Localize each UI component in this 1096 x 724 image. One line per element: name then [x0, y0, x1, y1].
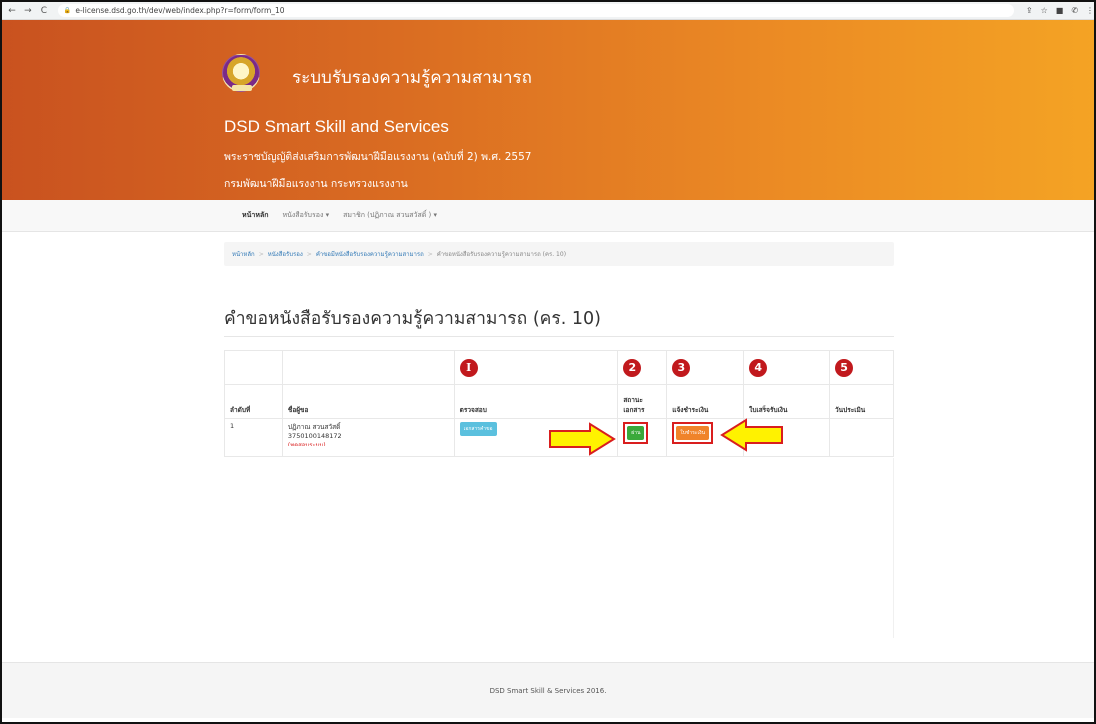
column-header-eval-date: วันประเมิน [829, 384, 894, 419]
chevron-down-icon: ▾ [325, 211, 330, 219]
footer: DSD Smart Skill & Services 2016. [2, 662, 1094, 718]
chevron-down-icon: ▾ [433, 211, 438, 219]
status-pass-button[interactable]: ผ่าน [627, 426, 645, 440]
menu-icon[interactable]: ⋮ [1086, 6, 1094, 15]
left-arrow-shape [720, 418, 783, 452]
nav-certificates[interactable]: หนังสือรับรอง ▾ [282, 210, 329, 221]
request-document-button[interactable]: เอกสารคำขอ [459, 422, 497, 436]
step-1-badge: I [459, 358, 478, 377]
breadcrumb-certificates[interactable]: หนังสือรับรอง [268, 249, 303, 259]
payment-highlight-box: ใบชำระเงิน [672, 422, 714, 444]
breadcrumb-current: คำขอหนังสือรับรองความรู้ความสามารถ (คร. … [436, 251, 567, 258]
forward-icon[interactable]: → [22, 6, 34, 16]
nav-member-label: สมาชิก (ปฏิภาณ สวนสวัสดิ์ ) [343, 211, 432, 219]
main-nav: หน้าหลัก หนังสือรับรอง ▾ สมาชิก (ปฏิภาณ … [2, 200, 1094, 232]
dsd-seal-logo [222, 54, 260, 92]
system-title: ระบบรับรองความรู้ความสามารถ [292, 68, 532, 88]
extension-icon[interactable]: ✆ [1071, 6, 1078, 15]
step-4-badge: 4 [749, 358, 768, 377]
cell-applicant: ปฏิภาณ สวนสวัสดิ์ 3750100148172 (ทดสอบระ… [281, 418, 455, 457]
applicant-id: 3750100148172 [287, 432, 342, 440]
screenshot-frame: ← → C 🔒 e-license.dsd.go.th/dev/web/inde… [0, 0, 1096, 724]
breadcrumb-separator: > [306, 250, 312, 258]
breadcrumb-request[interactable]: คำขอมีหนังสือรับรองความรู้ความสามารถ [316, 249, 424, 259]
browser-extensions: ⇪ ☆ ■ ✆ ⋮ [1026, 6, 1094, 15]
step-cell: 2 [617, 350, 668, 385]
bookmark-star-icon[interactable]: ☆ [1041, 6, 1048, 15]
step-number-row: I 2 3 4 5 [224, 350, 894, 385]
footer-text: DSD Smart Skill & Services 2016. [489, 686, 607, 695]
cell-status: ผ่าน [617, 418, 668, 457]
step-cell: 3 [666, 350, 745, 385]
site-header: ระบบรับรองความรู้ความสามารถ DSD Smart Sk… [2, 20, 1094, 200]
right-arrow-shape [549, 422, 616, 456]
test-system-note: (ทดสอบระบบ) [287, 442, 326, 446]
column-header-check: ตรวจสอบ [453, 384, 619, 419]
nav-certificates-label: หนังสือรับรอง [282, 211, 324, 219]
step-cell: 5 [829, 350, 894, 385]
step-5-badge: 5 [835, 358, 854, 377]
breadcrumb-home[interactable]: หน้าหลัก [232, 249, 255, 259]
step-2-badge: 2 [623, 358, 642, 377]
nav-home[interactable]: หน้าหลัก [242, 210, 268, 221]
breadcrumb-separator: > [427, 250, 433, 258]
share-icon[interactable]: ⇪ [1026, 6, 1033, 15]
step-cell: 4 [743, 350, 831, 385]
cell-eval-date [829, 418, 894, 457]
breadcrumb-separator: > [258, 250, 264, 258]
empty-cell [281, 350, 455, 385]
status-header-line1: สถานะ [623, 396, 643, 404]
act-subtitle: พระราชบัญญัติส่งเสริมการพัฒนาฝีมือแรงงาน… [224, 151, 532, 163]
column-header-payment-notice: แจ้งชำระเงิน [666, 384, 745, 419]
url-text: e-license.dsd.go.th/dev/web/index.php?r=… [75, 6, 285, 15]
right-arrow-annotation [549, 422, 616, 456]
lock-icon: 🔒 [63, 7, 72, 14]
department-subtitle: กรมพัฒนาฝีมือแรงงาน กระทรวงแรงงาน [224, 178, 408, 190]
browser-toolbar: ← → C 🔒 e-license.dsd.go.th/dev/web/inde… [2, 2, 1094, 20]
page-title: คำขอหนังสือรับรองความรู้ความสามารถ (คร. … [224, 309, 601, 329]
cell-no: 1 [224, 418, 283, 457]
back-icon[interactable]: ← [6, 6, 18, 16]
status-highlight-box: ผ่าน [623, 422, 649, 444]
status-header-line2: เอกสาร [623, 406, 645, 414]
column-header-no: ลำดับที่ [224, 384, 283, 419]
title-divider [224, 336, 894, 337]
left-arrow-annotation [720, 418, 783, 452]
column-header-status: สถานะเอกสาร [617, 384, 668, 419]
step-3-badge: 3 [672, 358, 691, 377]
brand-title: DSD Smart Skill and Services [224, 117, 449, 136]
applicant-name: ปฏิภาณ สวนสวัสดิ์ [287, 423, 341, 431]
address-bar[interactable]: 🔒 e-license.dsd.go.th/dev/web/index.php?… [57, 4, 1014, 17]
reload-icon[interactable]: C [38, 6, 50, 16]
step-cell: I [453, 350, 619, 385]
breadcrumb: หน้าหลัก > หนังสือรับรอง > คำขอมีหนังสือ… [224, 242, 894, 266]
payment-slip-button[interactable]: ใบชำระเงิน [676, 426, 710, 440]
window-icon[interactable]: ■ [1056, 6, 1064, 15]
nav-member[interactable]: สมาชิก (ปฏิภาณ สวนสวัสดิ์ ) ▾ [343, 210, 437, 221]
column-header-receipt: ใบเสร็จรับเงิน [743, 384, 831, 419]
table-header-row: ลำดับที่ ชื่อผู้ขอ ตรวจสอบ สถานะเอกสาร แ… [224, 384, 894, 419]
empty-cell [224, 350, 283, 385]
column-header-name: ชื่อผู้ขอ [281, 384, 455, 419]
content-panel [224, 458, 894, 638]
